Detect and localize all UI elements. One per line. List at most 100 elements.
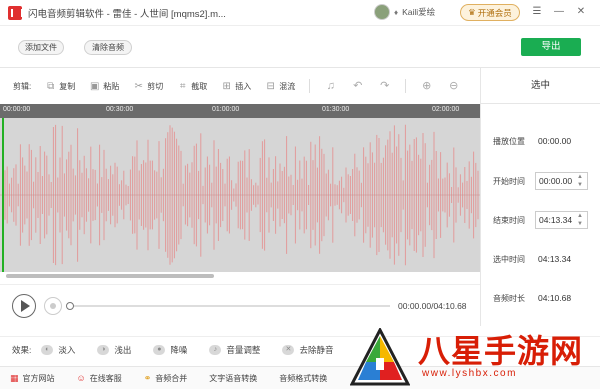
horizontal-scrollbar[interactable] bbox=[6, 274, 214, 278]
crop-button[interactable]: ⌗ 截取 bbox=[177, 81, 207, 92]
watermark: 八星手游网 www.lyshbx.com bbox=[350, 322, 600, 389]
avatar[interactable] bbox=[374, 4, 390, 20]
export-button[interactable]: 导出 bbox=[521, 38, 581, 56]
end-time-input[interactable]: 04:13.34 ▲ ▼ bbox=[535, 211, 588, 229]
timeline-tick: 00:30:00 bbox=[106, 106, 134, 113]
selection-panel: 选中 播放位置 00:00.00 开始时间 00:00.00 ▲ ▼ 结束时间 0… bbox=[480, 68, 600, 326]
mute-icon: ✕ bbox=[282, 344, 295, 355]
timeline-tick: 02:00:00 bbox=[432, 106, 460, 113]
selected-length-value: 04:13.34 bbox=[538, 254, 572, 264]
start-time-value: 00:00.00 bbox=[539, 176, 573, 186]
waveform-panel: 00:00:00 00:30:00 01:00:00 01:30:00 02:0… bbox=[0, 104, 480, 284]
online-support-link[interactable]: ☺ 在线客服 bbox=[77, 373, 122, 384]
spin-arrows-icon[interactable]: ▲ ▼ bbox=[577, 173, 585, 189]
fade-in-label: 淡入 bbox=[58, 344, 76, 355]
time-readout: 00:00.00/04:10.68 bbox=[398, 301, 467, 311]
add-file-button[interactable]: 添加文件 bbox=[18, 40, 64, 55]
waveform-canvas[interactable] bbox=[0, 118, 480, 272]
online-support-label: 在线客服 bbox=[89, 373, 122, 383]
zoom-out-icon[interactable]: ⊖ bbox=[447, 80, 460, 93]
timeline-tick: 01:00:00 bbox=[212, 106, 240, 113]
denoise-label: 降噪 bbox=[170, 344, 188, 355]
user-info[interactable]: ♦ Kaili爱绘 bbox=[374, 4, 435, 20]
crop-icon: ⌗ bbox=[179, 80, 186, 92]
denoise-button[interactable]: ● 降噪 bbox=[153, 344, 187, 356]
merge-icon: ⚭ bbox=[143, 372, 152, 383]
paste-icon: ▣ bbox=[90, 80, 100, 92]
remove-silence-button[interactable]: ✕ 去除静音 bbox=[282, 344, 333, 356]
player-controls: 00:00.00/04:10.68 bbox=[0, 284, 480, 326]
fade-out-button[interactable]: ◑ 浅出 bbox=[97, 344, 131, 356]
undo-icon[interactable]: ↶ bbox=[351, 80, 364, 93]
cut-label: 剪切 bbox=[147, 81, 164, 91]
volume-adjust-button[interactable]: ♪ 音量调整 bbox=[209, 344, 260, 356]
playhead-cursor[interactable] bbox=[2, 118, 4, 272]
mix-icon: ⊟ bbox=[266, 80, 275, 92]
playback-progress[interactable] bbox=[66, 302, 390, 310]
audio-length-value: 04:10.68 bbox=[538, 293, 572, 303]
cut-button[interactable]: ✂ 剪切 bbox=[133, 80, 164, 92]
format-convert-link[interactable]: 音频格式转换 bbox=[279, 373, 327, 384]
edit-label: 剪辑: bbox=[13, 81, 32, 91]
waveform bbox=[0, 124, 480, 266]
text-speech-link[interactable]: 文字语音转换 bbox=[209, 373, 257, 384]
speaker-icon: ♪ bbox=[209, 344, 222, 355]
file-toolbar: 添加文件 清除音频 导出 bbox=[0, 26, 600, 68]
mix-label: 混流 bbox=[279, 81, 296, 91]
format-convert-label: 音频格式转换 bbox=[279, 373, 328, 383]
toolbar-divider bbox=[309, 79, 311, 93]
audio-length-label: 音频时长 bbox=[493, 294, 525, 303]
mix-button[interactable]: ⊟ 混流 bbox=[265, 80, 296, 92]
audio-merge-label: 音频合并 bbox=[155, 373, 188, 383]
fade-in-icon: ◐ bbox=[41, 344, 54, 355]
fade-out-icon: ◑ bbox=[97, 344, 110, 355]
window-title: 闪电音频剪辑软件 - 雷佳 - 人世间 [mqms2].m... bbox=[28, 8, 226, 20]
insert-button[interactable]: ⊞ 插入 bbox=[221, 80, 252, 92]
vip-icon: ♦ bbox=[394, 7, 399, 17]
copy-label: 复制 bbox=[59, 81, 76, 91]
zoom-in-icon[interactable]: ⊕ bbox=[420, 80, 433, 93]
official-site-link[interactable]: ▦ 官方网站 bbox=[10, 373, 55, 384]
username[interactable]: Kaili爱绘 bbox=[402, 6, 435, 18]
text-speech-label: 文字语音转换 bbox=[209, 373, 258, 383]
spin-arrows-icon[interactable]: ▲ ▼ bbox=[577, 212, 585, 228]
headphones-icon[interactable]: ♫ bbox=[324, 80, 337, 93]
copy-icon: ⧉ bbox=[47, 80, 55, 92]
membership-label: 开通会员 bbox=[477, 7, 512, 18]
official-site-label: 官方网站 bbox=[22, 373, 55, 383]
edit-toolbar: 剪辑: ⧉ 复制 ▣ 粘贴 ✂ 剪切 ⌗ 截取 ⊞ 插入 ⊟ 混流 ♫ ↶ ↷ ⊕ ⊖ bbox=[0, 68, 480, 104]
start-time-label: 开始时间 bbox=[493, 177, 525, 186]
scissors-icon: ✂ bbox=[134, 80, 143, 92]
toolbar-divider bbox=[405, 79, 407, 93]
end-time-label: 结束时间 bbox=[493, 216, 525, 225]
support-icon: ☺ bbox=[76, 373, 86, 383]
clear-audio-button[interactable]: 清除音频 bbox=[84, 40, 132, 55]
home-icon: ▦ bbox=[10, 372, 19, 383]
copy-button[interactable]: ⧉ 复制 bbox=[45, 81, 75, 92]
end-time-value: 04:13.34 bbox=[539, 215, 573, 225]
selection-title: 选中 bbox=[481, 68, 600, 104]
close-icon[interactable]: ✕ bbox=[573, 4, 589, 20]
progress-knob[interactable] bbox=[66, 302, 74, 310]
volume-adjust-label: 音量调整 bbox=[226, 344, 261, 355]
menu-icon[interactable]: ☰ bbox=[529, 4, 545, 20]
app-logo-icon bbox=[8, 5, 23, 20]
redo-icon[interactable]: ↷ bbox=[378, 80, 391, 93]
fade-in-button[interactable]: ◐ 淡入 bbox=[41, 344, 75, 356]
fade-out-label: 浅出 bbox=[114, 344, 132, 355]
crown-icon: ♛ bbox=[468, 7, 476, 17]
paste-button[interactable]: ▣ 粘贴 bbox=[89, 81, 119, 92]
open-membership-button[interactable]: ♛ 开通会员 bbox=[460, 4, 520, 21]
timeline-tick: 01:30:00 bbox=[322, 106, 350, 113]
insert-icon: ⊞ bbox=[222, 80, 231, 92]
minimize-icon[interactable]: — bbox=[551, 4, 567, 20]
start-time-input[interactable]: 00:00.00 ▲ ▼ bbox=[535, 172, 588, 190]
timeline-tick: 00:00:00 bbox=[3, 106, 31, 113]
selected-length-label: 选中时间 bbox=[493, 255, 525, 264]
stop-button[interactable] bbox=[44, 297, 62, 315]
insert-label: 插入 bbox=[235, 81, 252, 91]
audio-merge-link[interactable]: ⚭ 音频合并 bbox=[144, 373, 188, 384]
play-position-value: 00:00.00 bbox=[538, 136, 572, 146]
timeline-ruler[interactable]: 00:00:00 00:30:00 01:00:00 01:30:00 02:0… bbox=[0, 104, 480, 118]
play-button[interactable] bbox=[12, 294, 36, 318]
